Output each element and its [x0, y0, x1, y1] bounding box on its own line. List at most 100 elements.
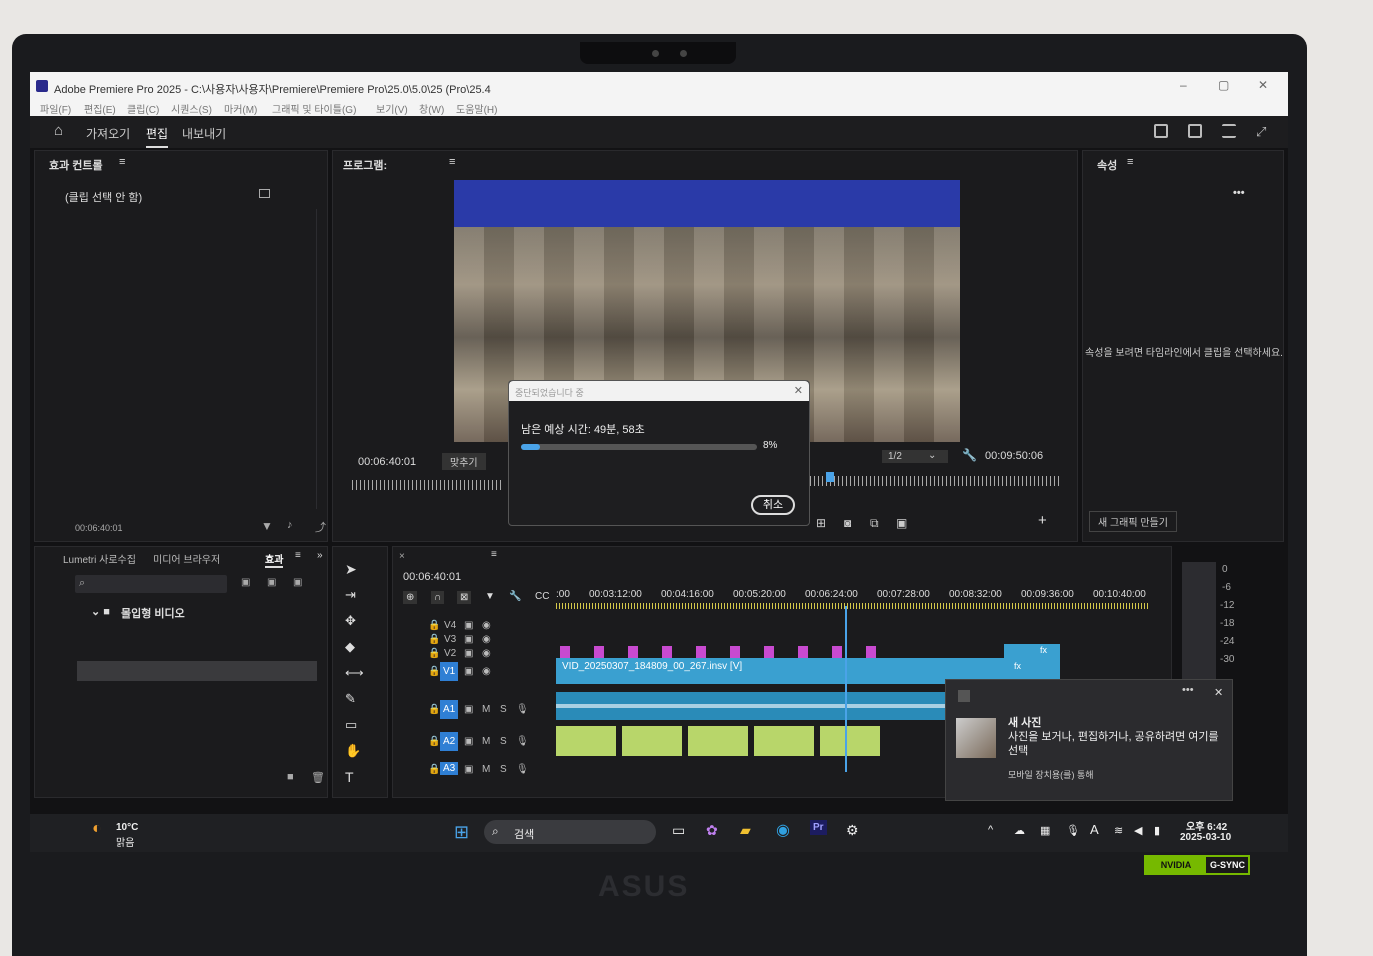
- photos-notification[interactable]: ••• ✕ 새 사진 사진을 보거나, 편집하거나, 공유하려면 여기를 선택 …: [945, 679, 1233, 801]
- solo-icon[interactable]: S: [500, 764, 507, 775]
- timeline-menu-icon[interactable]: ≡: [491, 549, 497, 560]
- immersive-video-folder[interactable]: 몰입형 비디오: [121, 605, 185, 621]
- eye-icon[interactable]: ◉: [482, 666, 491, 677]
- close-sequence-icon[interactable]: ×: [399, 551, 405, 562]
- weather-icon[interactable]: ◐: [92, 820, 102, 838]
- menu-graphics[interactable]: 그래픽 및 타이틀(G): [272, 101, 356, 116]
- tab-lumetri[interactable]: Lumetri 사로수집: [63, 551, 136, 566]
- razor-tool-icon[interactable]: ◆: [345, 639, 355, 655]
- track-label[interactable]: A1: [440, 700, 459, 719]
- mute-icon[interactable]: M: [482, 704, 490, 715]
- vr-icon[interactable]: ▣: [896, 516, 907, 530]
- delete-icon[interactable]: 🗑: [311, 771, 325, 784]
- a2-audio-clips[interactable]: [556, 726, 886, 756]
- lock-icon[interactable]: 🔒: [428, 620, 440, 631]
- program-playhead[interactable]: [826, 472, 834, 482]
- mic-tray-icon[interactable]: 🎙: [1066, 824, 1080, 837]
- pen-tool-icon[interactable]: ✎: [345, 691, 356, 707]
- copilot-icon[interactable]: ✿: [706, 822, 718, 839]
- task-view-icon[interactable]: ▭: [672, 822, 685, 839]
- properties-menu-icon[interactable]: ≡: [1127, 156, 1133, 168]
- eye-icon[interactable]: ◉: [482, 620, 491, 631]
- lock-icon[interactable]: 🔒: [428, 764, 440, 775]
- program-ruler-right[interactable]: [810, 476, 1062, 486]
- sync-icon[interactable]: ▣: [464, 648, 473, 659]
- sync-icon[interactable]: ▣: [464, 620, 473, 631]
- quick-export-icon[interactable]: [1154, 124, 1168, 138]
- share-icon[interactable]: [1188, 124, 1202, 138]
- panel-menu-icon[interactable]: ≡: [119, 156, 125, 168]
- menu-window[interactable]: 창(W): [419, 101, 444, 116]
- more-options-icon[interactable]: •••: [1233, 187, 1245, 199]
- program-ruler-left[interactable]: [352, 480, 502, 490]
- maximize-button[interactable]: ▢: [1218, 78, 1229, 92]
- add-button-icon[interactable]: +: [1038, 512, 1047, 529]
- menu-file[interactable]: 파일(F): [40, 101, 71, 116]
- new-graphic-button[interactable]: 새 그래픽 만들기: [1089, 511, 1177, 532]
- loop-icon[interactable]: ♪: [287, 519, 293, 531]
- marker-icon[interactable]: ▼: [485, 591, 495, 602]
- track-select-icon[interactable]: ⇥: [345, 587, 356, 603]
- chevron-down-icon[interactable]: ⌄: [928, 450, 936, 461]
- new-bin-icon[interactable]: ■: [287, 771, 294, 783]
- rectangle-tool-icon[interactable]: ▭: [345, 717, 357, 733]
- settings-icon[interactable]: ⚙: [846, 822, 859, 839]
- a1-audio-clip[interactable]: [556, 692, 946, 720]
- v2-fx-clip[interactable]: fx: [1004, 644, 1060, 658]
- tab-export[interactable]: 내보내기: [182, 125, 226, 142]
- filter-icon[interactable]: ▼: [261, 519, 273, 533]
- minimize-button[interactable]: –: [1180, 78, 1187, 92]
- dialog-close-icon[interactable]: ✕: [794, 384, 803, 397]
- compare-icon[interactable]: ⧉: [870, 516, 879, 531]
- v2-clips[interactable]: [560, 646, 880, 658]
- wrench-icon[interactable]: 🔧: [962, 448, 977, 462]
- resolution-select[interactable]: 1/2: [882, 450, 948, 463]
- 32bit-icon[interactable]: ▣: [267, 577, 276, 588]
- clock-date[interactable]: 2025-03-10: [1180, 832, 1231, 843]
- sync-icon[interactable]: ▣: [464, 634, 473, 645]
- track-label[interactable]: V1: [440, 662, 459, 681]
- menu-help[interactable]: 도움말(H): [456, 101, 497, 116]
- toggle-timeline-icon[interactable]: [259, 189, 270, 198]
- effects-menu-icon[interactable]: ≡: [295, 550, 301, 561]
- yuv-icon[interactable]: ▣: [293, 577, 302, 588]
- timeline-playhead[interactable]: [845, 606, 847, 772]
- mic-icon[interactable]: 🎙: [516, 704, 529, 715]
- snap-icon[interactable]: ∩: [431, 591, 445, 604]
- battery-icon[interactable]: ▮: [1154, 824, 1160, 837]
- type-tool-icon[interactable]: T: [345, 769, 354, 785]
- linked-selection-icon[interactable]: ⊠: [457, 591, 472, 604]
- more-tabs-icon[interactable]: »: [317, 550, 323, 561]
- folder-icon[interactable]: ⌄ ■: [91, 605, 110, 618]
- home-icon[interactable]: ⌂: [54, 122, 63, 139]
- cancel-button[interactable]: 취소: [751, 495, 795, 515]
- tab-import[interactable]: 가져오기: [86, 125, 130, 142]
- notification-more-icon[interactable]: •••: [1182, 684, 1194, 696]
- onedrive-icon[interactable]: ☁: [1014, 824, 1025, 837]
- lock-icon[interactable]: 🔒: [428, 666, 440, 677]
- solo-icon[interactable]: S: [500, 704, 507, 715]
- tab-edit[interactable]: 편집: [146, 125, 169, 148]
- eye-icon[interactable]: ◉: [482, 634, 491, 645]
- menu-view[interactable]: 보기(V): [376, 101, 408, 116]
- workspace-menu-icon[interactable]: [1222, 124, 1236, 138]
- menu-sequence[interactable]: 시퀀스(S): [171, 101, 212, 116]
- ime-icon[interactable]: A: [1090, 822, 1099, 837]
- insert-icon[interactable]: ⊞: [816, 516, 826, 530]
- menu-edit[interactable]: 편집(E): [84, 101, 116, 116]
- captions-icon[interactable]: CC: [535, 591, 549, 602]
- hand-tool-icon[interactable]: ✋: [345, 743, 361, 759]
- lock-icon[interactable]: 🔒: [428, 634, 440, 645]
- sync-icon[interactable]: ▣: [464, 764, 473, 775]
- work-area-bar[interactable]: [556, 603, 1148, 609]
- tab-effects[interactable]: 효과: [265, 551, 284, 568]
- taskbar-search[interactable]: ⌕ 검색: [484, 820, 656, 844]
- lock-icon[interactable]: 🔒: [428, 704, 440, 715]
- timeline-settings-icon[interactable]: 🔧: [509, 591, 521, 602]
- eye-icon[interactable]: ◉: [482, 648, 491, 659]
- tab-media-browser[interactable]: 미디어 브라우저: [153, 551, 220, 566]
- camera-icon[interactable]: ◙: [844, 516, 851, 530]
- sync-icon[interactable]: ▣: [464, 704, 473, 715]
- clock-time[interactable]: 오후 6:42: [1186, 818, 1227, 833]
- zoom-fit-select[interactable]: 맞추기: [442, 453, 486, 470]
